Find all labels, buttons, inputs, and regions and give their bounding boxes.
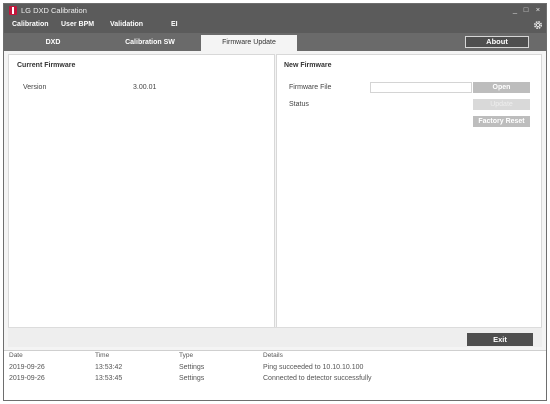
log-time: 13:53:45	[95, 375, 123, 382]
minimize-button[interactable]: _	[510, 5, 520, 14]
menu-bar: Calibration User BPM Validation EI	[4, 17, 546, 33]
lg-logo-icon	[9, 6, 17, 15]
exit-button[interactable]: Exit	[467, 333, 533, 346]
log-column-time: Time	[95, 352, 110, 359]
log-details: Ping succeeded to 10.10.10.100	[263, 364, 364, 371]
status-label: Status	[289, 101, 309, 108]
gear-icon[interactable]	[533, 20, 543, 30]
current-firmware-title: Current Firmware	[17, 62, 76, 69]
firmware-file-label: Firmware File	[289, 84, 332, 91]
maximize-button[interactable]: □	[521, 5, 531, 14]
current-firmware-panel: Current Firmware Version 3.00.01	[8, 54, 275, 346]
menu-calibration[interactable]: Calibration	[12, 21, 49, 28]
tab-bar: DXD Calibration SW Firmware Update About	[4, 33, 546, 51]
log-panel: Date Time Type Details 2019-09-26 13:53:…	[4, 350, 546, 400]
footer-bar: Exit	[8, 327, 542, 347]
menu-validation[interactable]: Validation	[110, 21, 143, 28]
tab-calibration-sw[interactable]: Calibration SW	[100, 35, 200, 51]
log-time: 13:53:42	[95, 364, 123, 371]
close-button[interactable]: ×	[533, 5, 543, 14]
firmware-file-input[interactable]	[370, 82, 472, 93]
log-type: Settings	[179, 364, 205, 371]
log-header: Date Time Type Details	[4, 352, 546, 362]
app-window: LG DXD Calibration _ □ × Calibration Use…	[3, 3, 547, 401]
factory-reset-button[interactable]: Factory Reset	[473, 116, 530, 127]
version-value: 3.00.01	[133, 84, 157, 91]
window-title: LG DXD Calibration	[21, 6, 87, 15]
log-column-date: Date	[9, 352, 23, 359]
tab-dxd[interactable]: DXD	[7, 35, 99, 51]
log-column-type: Type	[179, 352, 194, 359]
open-button[interactable]: Open	[473, 82, 530, 93]
log-details: Connected to detector successfully	[263, 375, 372, 382]
about-button[interactable]: About	[465, 36, 529, 48]
menu-ei[interactable]: EI	[171, 21, 178, 28]
log-date: 2019-09-26	[9, 375, 45, 382]
version-label: Version	[23, 84, 47, 91]
title-bar: LG DXD Calibration _ □ ×	[4, 4, 546, 17]
log-row[interactable]: 2019-09-26 13:53:45 Settings Connected t…	[4, 375, 546, 386]
log-row[interactable]: 2019-09-26 13:53:42 Settings Ping succee…	[4, 364, 546, 375]
log-type: Settings	[179, 375, 205, 382]
new-firmware-panel: New Firmware Firmware File Open Status U…	[276, 54, 542, 346]
log-column-details: Details	[263, 352, 283, 359]
tab-firmware-update[interactable]: Firmware Update	[201, 35, 297, 51]
new-firmware-title: New Firmware	[284, 62, 332, 69]
menu-user-bpm[interactable]: User BPM	[61, 21, 94, 28]
log-date: 2019-09-26	[9, 364, 45, 371]
update-button[interactable]: Update	[473, 99, 530, 110]
